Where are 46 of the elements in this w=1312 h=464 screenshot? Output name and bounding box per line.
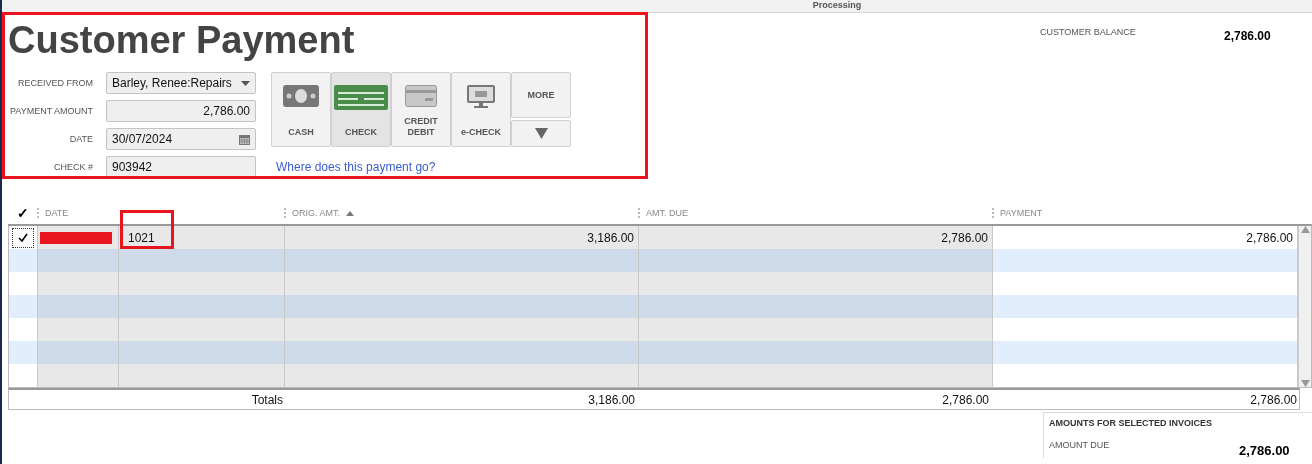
more-dropdown-button[interactable] (511, 120, 571, 147)
table-cell: 1021 (119, 226, 285, 249)
total-value: 3,186.00 (587, 392, 636, 407)
help-link[interactable]: Where does this payment go? (276, 160, 571, 174)
column-header[interactable]: AMT. DUE (638, 208, 992, 218)
column-header[interactable]: PAYMENT (992, 208, 1300, 218)
totals-label: Totals (250, 392, 284, 407)
field-label: DATE (68, 134, 93, 144)
field-label: RECEIVED FROM (17, 78, 93, 88)
field-label: CHECK # (53, 162, 93, 172)
payment-method-button[interactable]: CREDIT DEBIT (391, 72, 451, 147)
scrollbar[interactable] (1298, 226, 1311, 387)
panel-title: AMOUNTS FOR SELECTED INVOICES (1049, 418, 1213, 428)
down-triangle-icon (534, 128, 548, 139)
column-header[interactable]: ORIG. AMT. (284, 208, 638, 218)
table-row[interactable]: 1021 3,186.00 2,786.00 2,786.00 (9, 226, 1298, 249)
payment-method-button[interactable]: e-CHECK (451, 72, 511, 147)
total-value: 2,786.00 (941, 392, 990, 407)
input-field[interactable]: 903942 (106, 156, 256, 178)
date-field[interactable]: 30/07/2024 (106, 128, 256, 150)
check-column-header: ✓ (15, 205, 30, 221)
more-button[interactable]: MORE (511, 72, 571, 118)
row-checkbox[interactable] (12, 227, 34, 248)
credit-card-icon (405, 85, 437, 107)
dropdown-caret-icon (241, 80, 250, 86)
table-cell: 2,786.00 (639, 226, 993, 249)
payment-method-button[interactable]: CASH (271, 72, 331, 147)
column-header[interactable]: DATE (37, 208, 118, 218)
table-cell: 3,186.00 (285, 226, 639, 249)
bank-check-icon (334, 85, 388, 110)
customer-dropdown[interactable]: Barley, Renee:Repairs (106, 72, 256, 94)
top-bar-title: Processing (812, 0, 862, 11)
input-field[interactable]: 2,786.00 (106, 100, 256, 122)
payment-method-button[interactable]: CHECK (331, 72, 391, 147)
customer-balance-value: 2,786.00 (1224, 29, 1271, 45)
field-label: PAYMENT AMOUNT (9, 106, 93, 116)
calendar-icon (239, 133, 250, 145)
total-value: 2,786.00 (1249, 392, 1298, 407)
checkmark-icon (18, 233, 28, 242)
page-title: Customer Payment (8, 19, 355, 61)
monitor-icon (467, 85, 495, 109)
amount-due-label: AMOUNT DUE (1049, 440, 1111, 452)
amount-due-value: 2,786.00 (1239, 443, 1290, 458)
customer-balance-label: CUSTOMER BALANCE (1040, 27, 1137, 39)
banknote-icon (283, 85, 319, 107)
sort-up-icon (346, 210, 354, 216)
